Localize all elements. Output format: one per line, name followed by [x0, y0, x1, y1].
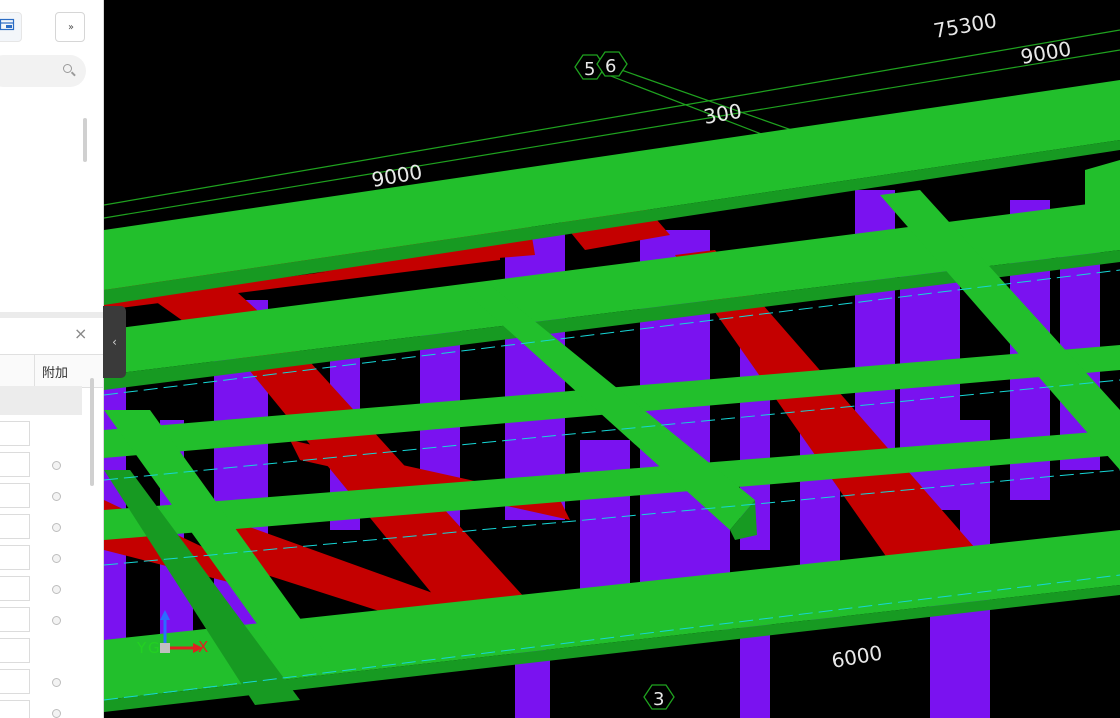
viewport-canvas: 75300 9000 300 9000 6000 5 6 3 Y G X: [104, 8, 1120, 718]
table-row: [0, 574, 103, 605]
axis-label-x: X: [198, 638, 208, 656]
property-value-input[interactable]: [0, 421, 30, 446]
table-row: [0, 512, 103, 543]
grid-label-3: 3: [653, 689, 664, 710]
attached-radio[interactable]: [52, 492, 61, 501]
close-icon[interactable]: ×: [74, 326, 87, 342]
axis-label-y: Y: [136, 639, 147, 657]
layout-icon: [0, 17, 15, 37]
property-value-input[interactable]: [0, 607, 30, 632]
property-table-header: 附加: [0, 354, 103, 388]
grid-label-5: 5: [584, 59, 595, 80]
table-row: [0, 481, 103, 512]
property-value-input[interactable]: [0, 483, 30, 508]
grid-bubble-3: 3: [643, 684, 675, 710]
axis-label-g: G: [148, 639, 160, 657]
attached-radio[interactable]: [52, 585, 61, 594]
column-header-attached: 附加: [42, 366, 69, 381]
attached-radio[interactable]: [52, 461, 61, 470]
property-panel: × 附加: [0, 318, 103, 718]
attached-radio[interactable]: [52, 523, 61, 532]
attached-radio[interactable]: [52, 678, 61, 687]
table-row: [0, 543, 103, 574]
layout-button[interactable]: [0, 12, 22, 42]
table-row: [0, 605, 103, 636]
double-chevron-right-icon: ››: [68, 21, 74, 33]
attached-radio[interactable]: [52, 709, 61, 718]
property-value-input[interactable]: [0, 576, 30, 601]
property-value-input[interactable]: [0, 700, 30, 718]
table-row: [0, 419, 103, 450]
column-separator: [34, 355, 35, 387]
property-value-input[interactable]: [0, 638, 30, 663]
attached-radio[interactable]: [52, 616, 61, 625]
collapse-panel-tab[interactable]: ‹: [103, 306, 126, 378]
grid-label-6: 6: [605, 56, 616, 77]
property-value-input[interactable]: [0, 452, 30, 477]
model-tree-section: ››: [0, 0, 103, 310]
table-row: [0, 698, 103, 718]
dim-total-length: 75300: [932, 8, 999, 43]
tree-scrollbar[interactable]: [83, 118, 87, 162]
dim-span-top-right: 9000: [1019, 36, 1073, 68]
attached-radio[interactable]: [52, 554, 61, 563]
property-value-input[interactable]: [0, 545, 30, 570]
dim-span-bottom: 6000: [830, 640, 884, 672]
table-row: [0, 450, 103, 481]
search-icon[interactable]: [63, 64, 72, 73]
property-value-input[interactable]: [0, 514, 30, 539]
chevron-left-icon: ‹: [112, 335, 117, 349]
property-scrollbar[interactable]: [90, 378, 94, 486]
property-group-row[interactable]: [0, 386, 82, 415]
expand-panel-button[interactable]: ››: [55, 12, 85, 42]
left-panel: ›› × 附加: [0, 0, 104, 718]
property-value-input[interactable]: [0, 669, 30, 694]
search-input[interactable]: [0, 55, 86, 87]
table-row: [0, 667, 103, 698]
table-row: [0, 636, 103, 667]
property-rows: [0, 419, 103, 718]
model-viewport[interactable]: 75300 9000 300 9000 6000 5 6 3 Y G X: [104, 0, 1120, 718]
